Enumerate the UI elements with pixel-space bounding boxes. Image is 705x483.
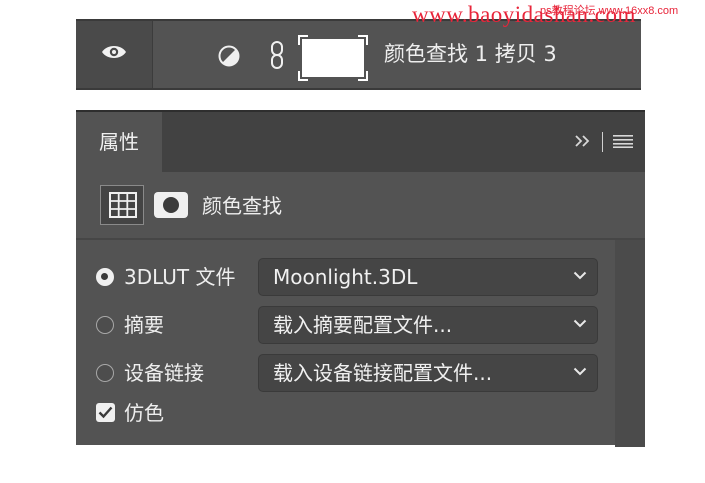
adjustment-settings-button[interactable] <box>100 185 144 225</box>
radio-abstract[interactable] <box>96 316 114 334</box>
chevron-down-icon <box>573 319 587 328</box>
table-grid-icon <box>109 192 137 218</box>
panel-scrollbar[interactable] <box>615 240 645 447</box>
mask-fill <box>302 39 364 77</box>
radio-device-link[interactable] <box>96 364 114 382</box>
select-value: 载入设备链接配置文件... <box>273 361 493 385</box>
layer-mask-thumbnail[interactable] <box>298 35 368 81</box>
mask-icon[interactable] <box>154 192 188 218</box>
eye-icon[interactable] <box>101 43 127 61</box>
checkmark-icon <box>98 406 113 419</box>
visibility-toggle[interactable] <box>76 21 153 88</box>
option-label: 设备链接 <box>124 361 204 385</box>
device-link-profile-select[interactable]: 载入设备链接配置文件... <box>258 354 598 392</box>
3dlut-file-select[interactable]: Moonlight.3DL <box>258 258 598 296</box>
select-value: 载入摘要配置文件... <box>273 313 453 337</box>
adjustment-title: 颜色查找 <box>202 194 282 218</box>
adjustment-header: 颜色查找 <box>76 172 645 236</box>
option-abstract[interactable]: 摘要 载入摘要配置文件... <box>76 304 616 346</box>
hamburger-menu-icon[interactable] <box>613 131 633 153</box>
option-device-link[interactable]: 设备链接 载入设备链接配置文件... <box>76 352 616 394</box>
layer-name[interactable]: 颜色查找 1 拷贝 3 <box>384 21 557 88</box>
dither-option[interactable]: 仿色 <box>76 395 376 431</box>
layer-row[interactable]: 颜色查找 1 拷贝 3 <box>76 19 641 90</box>
option-3dlut[interactable]: 3DLUT 文件 Moonlight.3DL <box>76 256 616 298</box>
tab-separator <box>602 132 603 152</box>
abstract-profile-select[interactable]: 载入摘要配置文件... <box>258 306 598 344</box>
properties-panel: 属性 颜色查找 3DLUT 文件 Moonlight.3DL 摘要 载入摘要配置… <box>76 110 645 447</box>
watermark-sub: ps教程论坛 www.16xx8.com <box>540 5 679 17</box>
option-label: 3DLUT 文件 <box>124 265 236 289</box>
dither-label: 仿色 <box>124 401 164 425</box>
chain-link-icon[interactable] <box>269 40 285 70</box>
chevron-down-icon <box>573 367 587 376</box>
tab-properties[interactable]: 属性 <box>76 112 162 172</box>
radio-3dlut[interactable] <box>96 268 114 286</box>
chevron-down-icon <box>573 271 587 280</box>
panel-tab-tools <box>574 130 633 154</box>
adjustment-circle-icon[interactable] <box>218 45 240 67</box>
option-label: 摘要 <box>124 313 164 337</box>
double-chevron-right-icon[interactable] <box>574 131 592 153</box>
panel-divider <box>76 238 645 240</box>
panel-tab-bar: 属性 <box>76 112 645 172</box>
select-value: Moonlight.3DL <box>273 265 418 289</box>
dither-checkbox[interactable] <box>96 403 115 422</box>
